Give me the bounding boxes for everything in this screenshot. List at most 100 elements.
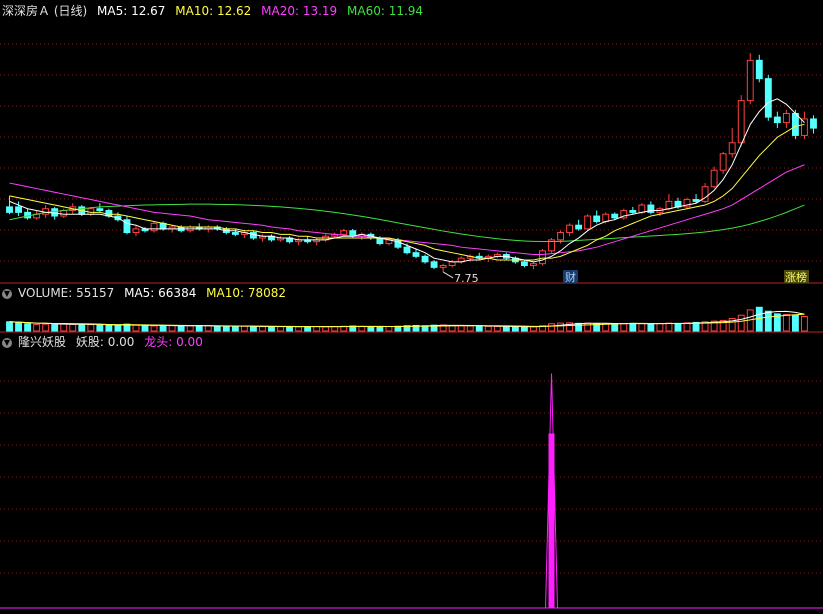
volume-bar (647, 323, 655, 332)
volume-bar (186, 325, 194, 332)
volume-bar (782, 314, 790, 332)
volume-bar (87, 324, 95, 332)
candle-body (520, 261, 528, 267)
candle-body (51, 208, 59, 217)
volume-bar (584, 322, 592, 332)
volume-bar (801, 316, 808, 332)
volume-bar (683, 322, 691, 332)
volume-bar (259, 326, 266, 332)
candle-body (746, 59, 754, 102)
volume-bar (376, 326, 384, 332)
candle-body (710, 169, 718, 188)
volume-bar (150, 325, 158, 332)
volume-bar (60, 323, 68, 332)
volume-bar (331, 326, 339, 332)
volume-bar (249, 326, 257, 332)
candle-body (611, 213, 619, 219)
low-pointer (442, 271, 454, 279)
low-price-label: 7.75 (454, 272, 479, 285)
signal-bar (548, 433, 555, 608)
candle-body (755, 59, 763, 80)
candle-body (593, 215, 601, 223)
candle-body (575, 224, 583, 230)
candle-body (439, 265, 447, 268)
volume-bar (204, 325, 212, 332)
candle-body (557, 232, 564, 241)
volume-bar (105, 324, 113, 332)
volume-bar (548, 323, 555, 332)
candle-body (764, 78, 772, 118)
volume-bar (385, 326, 393, 332)
candle-body (448, 261, 456, 267)
candle-body (566, 224, 574, 234)
candle-body (801, 118, 808, 136)
cai-marker: 财 (565, 270, 576, 284)
ma10-line (9, 123, 805, 261)
candle-body (719, 153, 727, 171)
volume-bar (611, 323, 619, 332)
volume-bar (530, 326, 537, 332)
volume-bar (222, 325, 230, 332)
volume-bar (141, 325, 149, 332)
volume-bar (520, 326, 528, 332)
candle-body (539, 250, 546, 265)
volume-bar (764, 310, 772, 332)
volume-bar (322, 326, 330, 332)
volume-bar (42, 323, 50, 332)
volume-bar (674, 322, 682, 332)
volume-bar (69, 323, 77, 332)
volume-bar (51, 324, 59, 332)
candle-body (421, 255, 429, 263)
candle-body (737, 100, 745, 144)
volume-bar (96, 324, 104, 332)
volume-bar (656, 322, 664, 332)
volume-bar (240, 325, 248, 332)
volume-bar (177, 325, 185, 332)
volume-bar (457, 325, 465, 332)
candle-body (782, 112, 790, 124)
volume-bar (24, 323, 32, 332)
candle-body (150, 222, 158, 232)
volume-bar (511, 326, 519, 332)
volume-bar (791, 314, 799, 332)
candle-body (231, 232, 239, 235)
candle-body (15, 206, 22, 213)
volume-bar (358, 325, 366, 332)
volume-bar (277, 326, 284, 332)
volume-bar (268, 326, 275, 332)
volume-bar (638, 323, 646, 332)
candle-body (96, 208, 104, 212)
ma5-line (9, 98, 805, 263)
volume-bar (114, 325, 122, 332)
candle-body (132, 228, 140, 234)
candle-body (665, 200, 673, 210)
candle-body (692, 199, 700, 202)
stock-chart[interactable]: 7.75 财 涨榜 (0, 0, 823, 614)
volume-bar (33, 323, 41, 332)
candle-body (602, 213, 610, 223)
candle-body (810, 118, 817, 129)
volume-bar (304, 326, 312, 332)
candle-body (340, 230, 348, 235)
candle-body (403, 246, 411, 254)
volume-bar (231, 325, 239, 332)
candle-body (6, 206, 13, 213)
candle-body (412, 252, 420, 257)
volume-bar (213, 325, 221, 332)
candle-body (773, 116, 781, 124)
volume-bar (286, 326, 293, 332)
volume-bar (367, 326, 375, 332)
volume-bar (295, 326, 303, 332)
candle-body (430, 261, 438, 268)
volume-bar (484, 325, 492, 332)
candle-body (584, 215, 592, 230)
volume-bar (313, 326, 321, 332)
volume-bar (502, 326, 510, 332)
volume-bar (466, 325, 474, 332)
candle-body (530, 263, 537, 267)
volume-bar (195, 325, 203, 332)
volume-bar (629, 322, 637, 332)
candle-body (638, 204, 646, 213)
volume-bar (575, 322, 583, 332)
volume-bar (557, 322, 564, 332)
